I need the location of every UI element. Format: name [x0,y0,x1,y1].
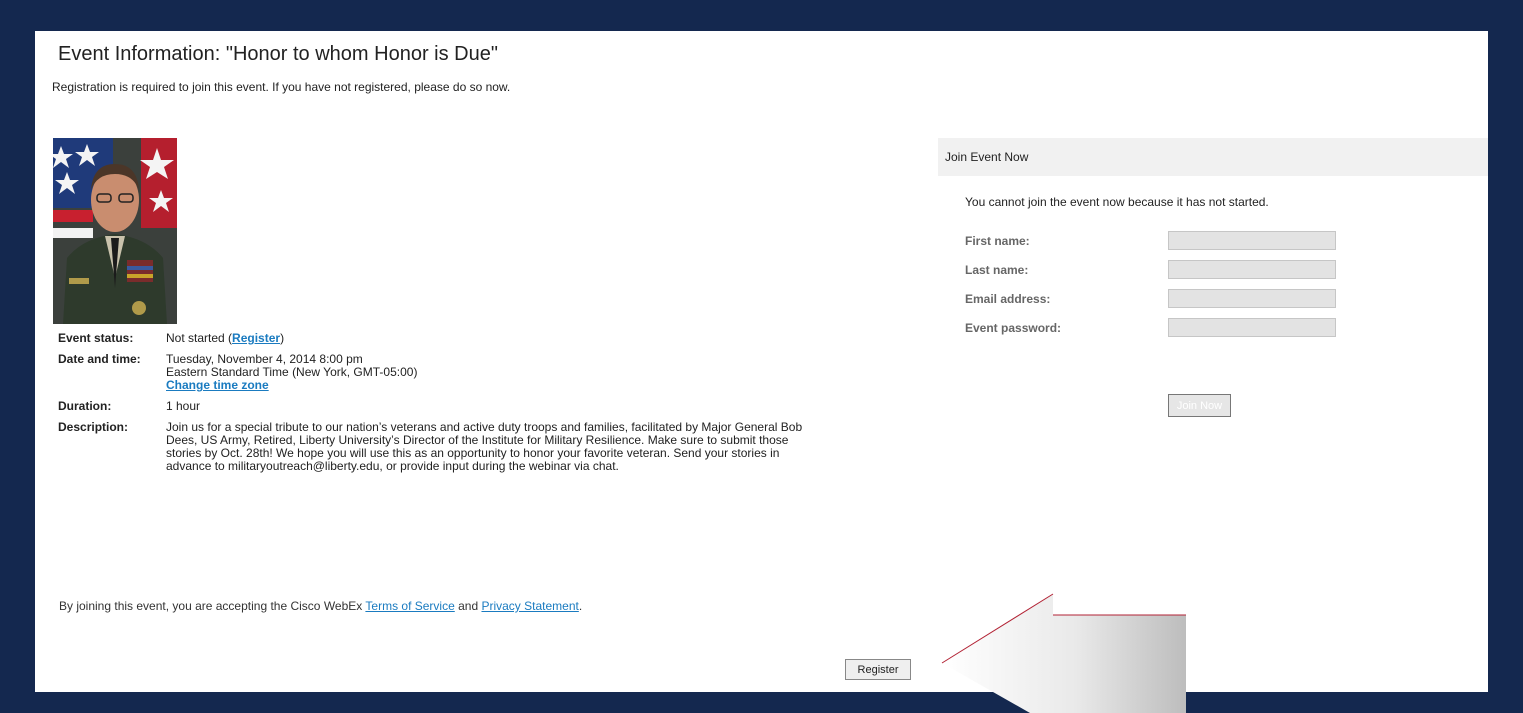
last-name-field[interactable] [1168,260,1336,279]
event-status-value: Not started (Register) [161,330,821,351]
register-button[interactable]: Register [845,659,911,680]
event-password-label: Event password: [965,321,1062,335]
registration-note: Registration is required to join this ev… [52,80,511,94]
join-event-heading: Join Event Now [938,138,1488,176]
email-address-label: Email address: [965,292,1051,306]
join-status-message: You cannot join the event now because it… [965,195,1269,209]
presenter-photo [53,138,177,324]
change-time-zone-link[interactable]: Change time zone [166,378,269,392]
terms-of-service-link[interactable]: Terms of Service [365,599,454,613]
event-info-panel: Event Information: "Honor to whom Honor … [35,31,1488,692]
terms-prefix: By joining this event, you are accepting… [59,599,366,613]
terms-suffix: . [578,599,583,613]
date-time-label: Date and time: [58,352,141,366]
join-now-button[interactable]: Join Now [1168,394,1231,417]
terms-notice: By joining this event, you are accepting… [59,599,582,613]
event-status-text: Not started ( [166,331,233,345]
last-name-label: Last name: [965,263,1029,277]
event-password-field[interactable] [1168,318,1336,337]
terms-and: and [454,599,482,613]
first-name-field[interactable] [1168,231,1336,250]
register-link[interactable]: Register [232,331,280,345]
event-status-close: ) [280,331,285,345]
event-details: Event status: Not started (Register) Dat… [53,330,821,479]
privacy-statement-link[interactable]: Privacy Statement [481,599,578,613]
date-time-value: Tuesday, November 4, 2014 8:00 pm Easter… [161,351,821,398]
event-status-label: Event status: [58,331,134,345]
first-name-label: First name: [965,234,1030,248]
page-title: Event Information: "Honor to whom Honor … [58,43,498,65]
description-label: Description: [58,420,129,434]
email-address-field[interactable] [1168,289,1336,308]
duration-value: 1 hour [166,399,201,413]
description-text: Join us for a special tribute to our nat… [166,420,803,473]
duration-label: Duration: [58,399,112,413]
